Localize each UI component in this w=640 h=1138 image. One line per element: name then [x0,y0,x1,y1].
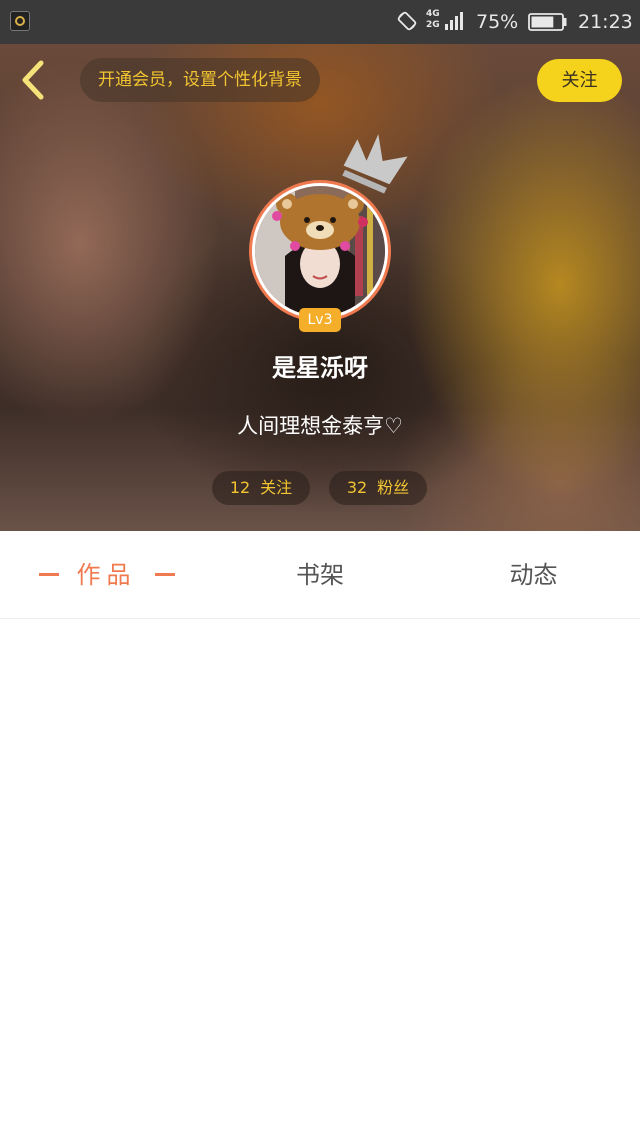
following-label: 关注 [260,478,293,497]
user-bio: 人间理想金泰亨♡ [237,414,403,438]
following-count: 12 [229,478,251,497]
network-type: 4G 2G [426,9,440,31]
battery-icon [528,13,567,31]
avatar-image [255,186,385,316]
app-icon [10,11,30,31]
tab-bookshelf[interactable]: 书架 [213,531,427,619]
fans-count: 32 [346,478,368,497]
follow-button[interactable]: 关注 [537,59,622,102]
level-badge: Lv3 [299,308,341,332]
tab-works-label: 作品 [76,561,137,589]
profile-header: 开通会员，设置个性化背景 关注 Lv3 是星泺呀 人间理想金泰亨♡ 12 关注 … [0,44,640,531]
network-4g-label: 4G [426,9,440,19]
network-2g-label: 2G [426,20,440,30]
avatar[interactable] [249,180,391,322]
tab-bookshelf-label: 书架 [296,561,344,589]
back-arrow-icon[interactable] [14,58,54,102]
following-stat[interactable]: 12 关注 [212,471,310,505]
profile-tabs: 作品 书架 动态 [0,531,640,619]
fans-stat[interactable]: 32 粉丝 [329,471,427,505]
status-bar: 4G 2G 75% 21:23 [0,0,640,44]
tab-indicator-left [38,573,59,576]
tab-works[interactable]: 作品 [0,531,213,619]
fans-label: 粉丝 [377,478,410,497]
signal-icon [445,12,463,30]
vip-background-banner[interactable]: 开通会员，设置个性化背景 [80,58,320,102]
rotate-icon [397,11,417,31]
username: 是星泺呀 [272,353,368,382]
clock-time: 21:23 [578,11,633,33]
tab-indicator-right [154,573,175,576]
tab-activity-label: 动态 [509,561,558,589]
tab-content-area [0,620,640,1138]
tab-activity[interactable]: 动态 [427,531,640,619]
battery-percent: 75% [476,11,519,33]
